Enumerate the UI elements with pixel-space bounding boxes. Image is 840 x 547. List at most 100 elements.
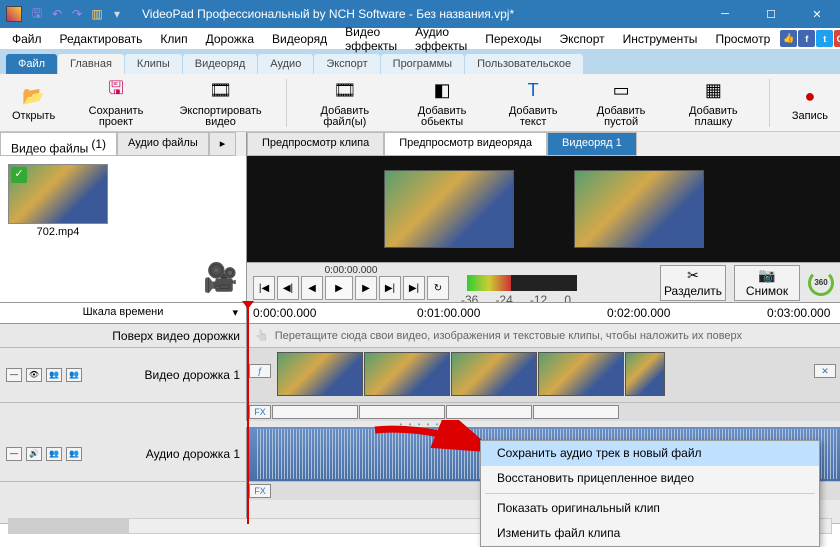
tab-clips[interactable]: Клипы — [125, 54, 182, 74]
tab-audio[interactable]: Аудио — [258, 54, 313, 74]
bin-tab-more[interactable]: ▸ — [209, 132, 237, 156]
menu-sequence[interactable]: Видеоряд — [264, 30, 335, 48]
bin-tab-audio[interactable]: Аудио файлы — [117, 132, 209, 156]
snapshot-button[interactable]: 📷Снимок — [734, 265, 800, 301]
preview-tab-seq1[interactable]: Видеоряд 1 — [547, 132, 637, 156]
minimize-button[interactable]: ─ — [702, 0, 748, 28]
360-button[interactable]: 360 — [808, 270, 834, 296]
export-video-button[interactable]: 🎞Экспортировать видео — [173, 76, 269, 130]
add-text-button[interactable]: TДобавить текст — [500, 76, 567, 130]
fx-button[interactable]: FX — [249, 405, 271, 419]
split-button[interactable]: ✂Разделить — [660, 265, 726, 301]
video-clip[interactable] — [277, 352, 363, 396]
add-blank-button[interactable]: ▭Добавить пустой — [585, 76, 658, 130]
fx-button[interactable]: FX — [249, 484, 271, 498]
menu-clip[interactable]: Клип — [152, 30, 195, 48]
menu-veffects[interactable]: Видео эффекты — [337, 23, 405, 55]
timeline-scale-dropdown[interactable]: Шкала времени — [0, 303, 247, 323]
track-collapse-icon[interactable]: — — [6, 368, 22, 382]
open-button[interactable]: 📂Открыть — [8, 81, 59, 124]
preview-viewport[interactable] — [247, 156, 840, 262]
preview-frame-right — [574, 170, 704, 248]
clip-thumbnail[interactable]: 702.mp4 — [8, 164, 108, 238]
maximize-button[interactable]: ☐ — [748, 0, 794, 28]
tab-export[interactable]: Экспорт — [314, 54, 379, 74]
preview-tab-sequence[interactable]: Предпросмотр видеоряда — [384, 132, 547, 156]
video-clip[interactable] — [451, 352, 537, 396]
prev-frame-button[interactable]: ◀| — [277, 276, 299, 300]
fx-slot[interactable] — [533, 405, 619, 419]
goto-end-button[interactable]: ▶| — [403, 276, 425, 300]
like-icon[interactable]: 👍 — [780, 30, 797, 47]
forward-button[interactable]: ▶ — [355, 276, 377, 300]
menu-track[interactable]: Дорожка — [198, 30, 262, 48]
video-clip[interactable] — [364, 352, 450, 396]
ctx-show-original[interactable]: Показать оригинальный клип — [481, 496, 819, 521]
tab-programs[interactable]: Программы — [381, 54, 464, 74]
qat-save-icon[interactable]: 🖫 — [28, 5, 46, 23]
tab-sequence[interactable]: Видеоряд — [183, 54, 258, 74]
shuffle-icon[interactable]: ✕ — [814, 364, 836, 378]
video-clip[interactable] — [538, 352, 624, 396]
qat-export-icon[interactable]: ▥ — [88, 5, 106, 23]
scrollbar-thumb[interactable] — [9, 519, 129, 533]
ctx-restore-video[interactable]: Восстановить прицепленное видео — [481, 466, 819, 491]
menu-edit[interactable]: Редактировать — [52, 30, 151, 48]
preview-tab-clip[interactable]: Предпросмотр клипа — [247, 132, 384, 156]
ctx-change-file[interactable]: Изменить файл клипа — [481, 521, 819, 546]
facebook-icon[interactable]: f — [798, 30, 815, 47]
playhead[interactable] — [247, 302, 249, 524]
bin-body[interactable]: 702.mp4 🎥 — [0, 156, 246, 302]
play-button[interactable]: ▶ — [325, 276, 353, 300]
track-visible-icon[interactable]: 👁 — [26, 368, 42, 382]
qat-redo-icon[interactable]: ↷ — [68, 5, 86, 23]
save-project-button[interactable]: 🖫Сохранить проект — [77, 76, 155, 130]
record-button[interactable]: ●Запись — [788, 81, 832, 124]
menu-file[interactable]: Файл — [4, 30, 50, 48]
goto-start-button[interactable]: |◀ — [253, 276, 275, 300]
fx-slot[interactable] — [446, 405, 532, 419]
menu-aeffects[interactable]: Аудио эффекты — [407, 23, 475, 55]
camera-watermark-icon: 🎥 — [203, 261, 238, 294]
menu-tools[interactable]: Инструменты — [615, 30, 706, 48]
bin-tab-video[interactable]: Видео файлы (1) — [0, 132, 117, 156]
add-file-button[interactable]: 🎞Добавить файл(ы) — [305, 76, 385, 130]
next-frame-button[interactable]: ▶| — [379, 276, 401, 300]
overlay-track-body[interactable]: Перетащите сюда свои видео, изображения … — [247, 324, 840, 347]
track-lock-icon[interactable]: 👥 — [66, 368, 82, 382]
close-button[interactable]: ✕ — [794, 0, 840, 28]
overlay-track-header[interactable]: Поверх видео дорожки — [0, 324, 247, 347]
gplus-icon[interactable]: G+ — [834, 30, 840, 47]
video-track-body[interactable]: ƒ ✕ — [247, 348, 840, 402]
track-fx-icon[interactable]: ƒ — [249, 364, 271, 378]
track-mute-icon[interactable]: 🔊 — [26, 447, 42, 461]
menu-transitions[interactable]: Переходы — [477, 30, 549, 48]
clip-name: 702.mp4 — [8, 226, 108, 238]
qat-undo-icon[interactable]: ↶ — [48, 5, 66, 23]
tab-home[interactable]: Главная — [58, 54, 124, 74]
track-lock-icon[interactable]: 👥 — [66, 447, 82, 461]
window-title: VideoPad Профессиональный by NCH Softwar… — [136, 7, 702, 21]
add-objects-button[interactable]: ◧Добавить обьекты — [403, 76, 482, 130]
add-plate-button[interactable]: ▦Добавить плашку — [676, 76, 752, 130]
menu-view[interactable]: Просмотр — [707, 30, 778, 48]
tab-file[interactable]: Файл — [6, 54, 57, 74]
ctx-save-audio[interactable]: Сохранить аудио трек в новый файл — [481, 441, 819, 466]
menu-export[interactable]: Экспорт — [552, 30, 613, 48]
track-collapse-icon[interactable]: — — [6, 447, 22, 461]
fx-slot[interactable] — [272, 405, 358, 419]
ribbon-tabs: Файл Главная Клипы Видеоряд Аудио Экспор… — [0, 50, 840, 74]
rewind-button[interactable]: ◀ — [301, 276, 323, 300]
qat-more-icon[interactable]: ▾ — [108, 5, 126, 23]
time-ruler[interactable]: 0:00:00.000 0:01:00.000 0:02:00.000 0:03… — [247, 303, 840, 323]
fx-row-body[interactable]: FX — [247, 403, 840, 421]
fx-slot[interactable] — [359, 405, 445, 419]
video-track-header[interactable]: — 👁 👥 👥 Видео дорожка 1 — [0, 348, 247, 402]
track-link-icon[interactable]: 👥 — [46, 368, 62, 382]
video-clip[interactable] — [625, 352, 665, 396]
track-solo-icon[interactable]: 👥 — [46, 447, 62, 461]
audio-track-header[interactable]: — 🔊 👥 👥 Аудио дорожка 1 — [0, 427, 247, 481]
loop-button[interactable]: ↻ — [427, 276, 449, 300]
twitter-icon[interactable]: t — [816, 30, 833, 47]
tab-custom[interactable]: Пользовательское — [465, 54, 583, 74]
